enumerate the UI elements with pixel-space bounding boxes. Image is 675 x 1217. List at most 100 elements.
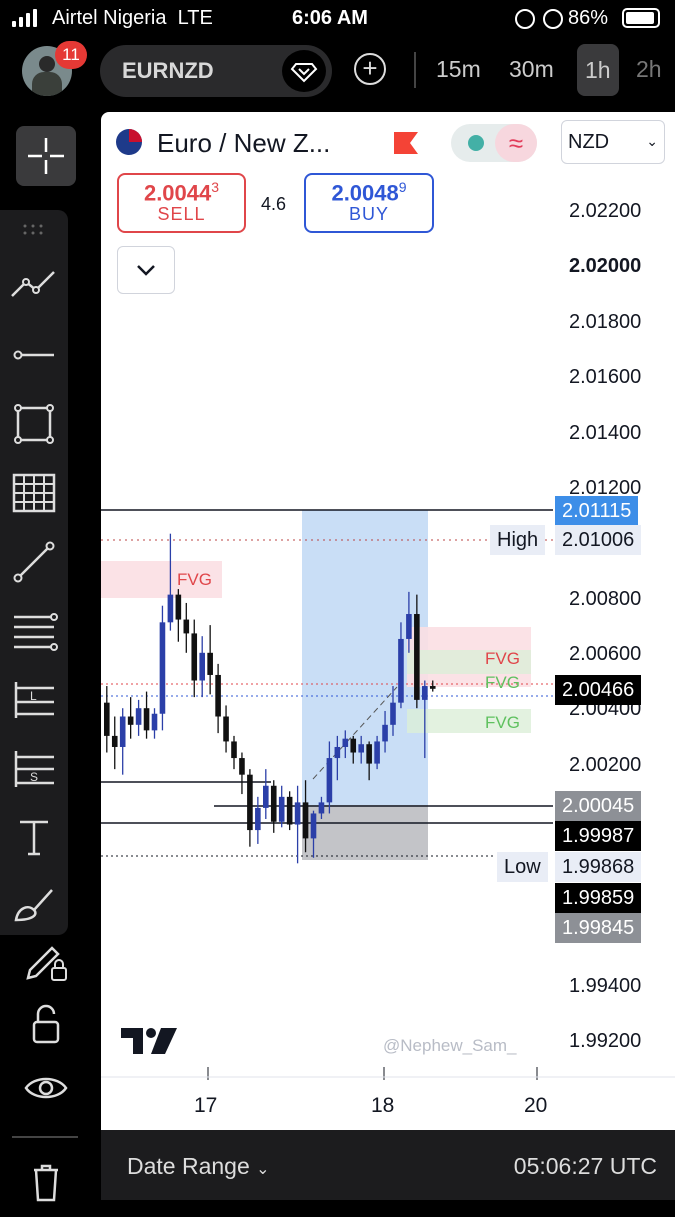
lock-rotation-icon xyxy=(515,9,535,29)
candle-body xyxy=(374,741,380,764)
price-tag-level-c: 1.99859 xyxy=(555,883,642,913)
market-open-icon xyxy=(468,135,484,151)
candle-body xyxy=(215,674,221,717)
price-tag-upper: 2.01115 xyxy=(555,496,639,526)
signal-icon xyxy=(12,9,42,27)
y-axis-label: 2.00200 xyxy=(569,754,642,776)
price-tag-high: 2.01006 xyxy=(555,525,642,555)
market-status[interactable]: ≈ xyxy=(451,124,537,162)
y-axis-label: 2.01600 xyxy=(569,366,642,388)
bookmark-icon[interactable] xyxy=(394,132,418,154)
currency-value: NZD xyxy=(568,131,610,153)
price-tag-level-b: 1.99987 xyxy=(555,821,642,851)
trend-line-icon[interactable] xyxy=(4,532,64,592)
candle-body xyxy=(111,735,118,747)
candle-body xyxy=(135,708,142,725)
unlock-icon[interactable] xyxy=(16,994,76,1054)
candle-body xyxy=(199,652,205,681)
utc-clock[interactable]: 05:06:27 UTC xyxy=(514,1153,657,1180)
sell-button[interactable]: 2.00443 SELL xyxy=(117,173,246,233)
candle-body xyxy=(143,708,150,731)
candle-body xyxy=(151,713,158,731)
high-label: High xyxy=(490,525,546,555)
add-symbol-button[interactable]: + xyxy=(354,53,386,85)
price-tag-current: 2.00466 xyxy=(555,675,642,705)
timeframe-2h[interactable]: 2h xyxy=(636,56,662,83)
candle-body xyxy=(429,686,436,689)
brush-icon[interactable] xyxy=(4,874,64,934)
sell-label: SELL xyxy=(157,204,206,225)
x-axis-label: 17 xyxy=(194,1094,218,1117)
price-tag-level-d: 1.99845 xyxy=(555,913,642,943)
price-tag-level-a: 2.00045 xyxy=(555,791,642,821)
diamond-icon[interactable] xyxy=(282,50,326,92)
candle-body xyxy=(310,813,317,839)
divider xyxy=(414,52,416,88)
candle-body xyxy=(278,796,285,822)
clock: 6:06 AM xyxy=(292,7,368,29)
crosshair-tool[interactable] xyxy=(16,126,76,186)
status-bar: Airtel Nigeria LTE 6:06 AM 86% xyxy=(0,0,675,38)
timeframe-1h[interactable]: 1h xyxy=(577,44,619,96)
horizontal-ray-icon[interactable] xyxy=(4,325,64,385)
fvg-label: FVG xyxy=(485,673,520,692)
x-axis-label: 18 xyxy=(371,1094,395,1117)
candle-body xyxy=(127,716,134,725)
fib-retracement-icon[interactable] xyxy=(4,601,64,661)
drag-handle-icon[interactable] xyxy=(22,222,46,238)
spread-value: 4.6 xyxy=(261,194,287,214)
low-label: Low xyxy=(497,852,548,882)
candle-body xyxy=(286,796,293,825)
grid-icon[interactable] xyxy=(4,463,64,523)
y-axis-label: 1.99400 xyxy=(569,975,642,997)
candle-body xyxy=(382,724,388,742)
buy-label: BUY xyxy=(348,204,389,225)
y-axis-label: 2.00800 xyxy=(569,588,642,610)
candle-body xyxy=(414,614,420,700)
collapse-header-button[interactable] xyxy=(117,246,175,294)
long-position-icon[interactable]: L xyxy=(4,670,64,730)
buy-button[interactable]: 2.00489 BUY xyxy=(304,173,434,233)
notification-badge: 11 xyxy=(55,41,87,69)
y-axis-label: 2.01400 xyxy=(569,422,642,444)
candle-body xyxy=(422,686,428,700)
candle-body xyxy=(390,702,396,725)
candle-body xyxy=(302,802,309,839)
divider xyxy=(12,1136,78,1138)
bottom-bar: Date Range ⌄ 05:06:27 UTC xyxy=(101,1130,675,1200)
timeframe-15m[interactable]: 15m xyxy=(436,56,481,83)
symbol-selector[interactable]: EURNZD xyxy=(100,45,332,97)
alarm-icon xyxy=(543,9,563,29)
chevron-down-icon: ⌄ xyxy=(256,1161,270,1178)
candle-body xyxy=(175,594,182,620)
pair-title[interactable]: Euro / New Z... xyxy=(157,128,330,159)
buy-price: 2.0048 xyxy=(331,180,399,206)
trend-lines-icon[interactable] xyxy=(4,256,64,316)
candle-body xyxy=(104,702,110,736)
trash-icon[interactable] xyxy=(16,1152,76,1212)
candle-body xyxy=(119,716,126,747)
eye-icon[interactable] xyxy=(16,1058,76,1118)
currency-select[interactable]: NZD ⌄ xyxy=(561,120,665,164)
date-range-label: Date Range xyxy=(127,1153,250,1179)
candle-body xyxy=(294,802,301,825)
lock-drawing-icon[interactable] xyxy=(16,930,76,990)
candle-body xyxy=(270,785,277,822)
svg-text:L: L xyxy=(30,689,37,703)
candle-body xyxy=(159,622,166,714)
y-axis-label: 2.00600 xyxy=(569,643,642,665)
candle-body xyxy=(183,619,190,634)
price-tag-low: 1.99868 xyxy=(555,852,642,882)
text-tool-icon[interactable] xyxy=(4,808,64,868)
rectangle-icon[interactable] xyxy=(4,394,64,454)
svg-text:S: S xyxy=(30,770,38,784)
chart-panel[interactable]: Euro / New Z... ≈ NZD ⌄ 2.00443 SELL 4.6… xyxy=(101,112,675,1130)
timeframe-30m[interactable]: 30m xyxy=(509,56,554,83)
candle-body xyxy=(167,594,174,623)
battery-icon xyxy=(622,8,660,28)
sell-price-pip: 3 xyxy=(211,179,220,195)
tradingview-logo xyxy=(121,1026,179,1056)
candle-body xyxy=(247,774,253,831)
short-position-icon[interactable]: S xyxy=(4,739,64,799)
date-range-button[interactable]: Date Range ⌄ xyxy=(127,1153,270,1180)
